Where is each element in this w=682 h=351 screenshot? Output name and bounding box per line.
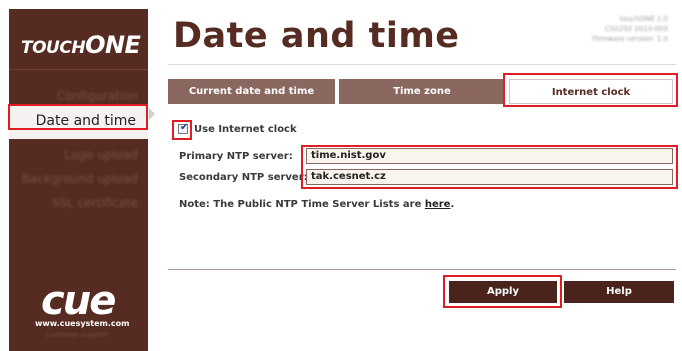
ntp-note: Note: The Public NTP Time Server Lists a… <box>179 199 455 210</box>
page: TOUCHONE Configuration Date and time Log… <box>0 0 682 351</box>
sidebar-item-background-upload[interactable]: Background upload <box>22 172 138 186</box>
tab-current-date-and-time[interactable]: Current date and time <box>168 79 335 104</box>
version-info: touchONE 1.0 CS0250 2013-003 Firmware ve… <box>592 15 668 43</box>
tab-time-zone[interactable]: Time zone <box>339 79 505 104</box>
sidebar-divider <box>9 69 148 70</box>
sidebar-item-ssl-certificate[interactable]: SSL certificate <box>52 196 138 210</box>
secondary-ntp-label: Secondary NTP server: <box>179 172 308 183</box>
cue-website[interactable]: www.cuesystem.com <box>35 319 130 328</box>
annotation-highlight-tab <box>503 73 678 107</box>
touchone-logo: TOUCHONE <box>21 31 141 59</box>
sidebar: TOUCHONE Configuration Date and time Log… <box>9 9 148 351</box>
cue-support: Customer support <box>45 331 109 339</box>
cue-logo: cue <box>41 278 116 324</box>
form-divider <box>168 269 676 270</box>
ntp-list-link[interactable]: here <box>425 199 451 210</box>
sidebar-item-configuration[interactable]: Configuration <box>57 89 138 103</box>
use-internet-clock-label[interactable]: Use Internet clock <box>194 124 297 135</box>
active-pointer-icon <box>149 108 155 120</box>
annotation-highlight-nav <box>8 104 148 130</box>
annotation-highlight-apply <box>443 275 562 308</box>
title-divider <box>168 64 676 65</box>
page-title: Date and time <box>173 16 460 56</box>
sidebar-item-logo-upload[interactable]: Logo upload <box>65 148 138 162</box>
annotation-highlight-fields <box>301 145 678 189</box>
primary-ntp-label: Primary NTP server: <box>179 151 293 162</box>
annotation-highlight-checkbox <box>172 120 192 140</box>
help-button[interactable]: Help <box>564 281 674 303</box>
